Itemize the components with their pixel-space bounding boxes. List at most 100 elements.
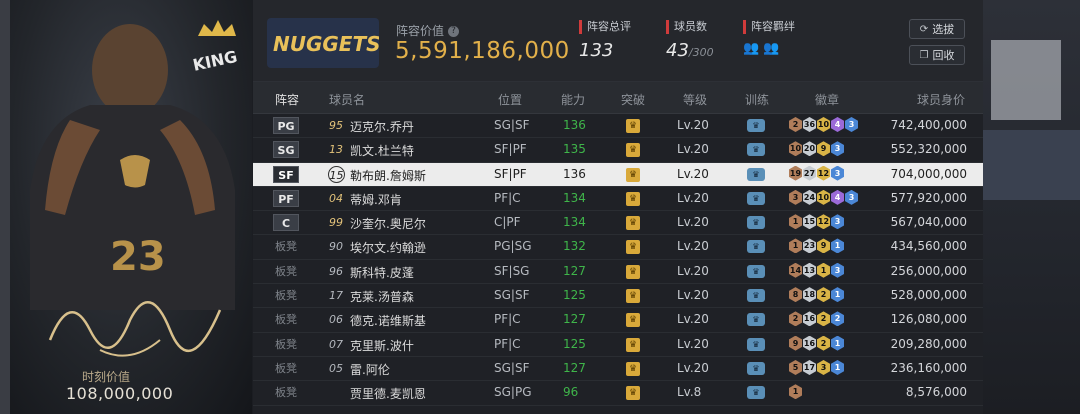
lineup-slot[interactable]: 板凳 — [273, 311, 299, 328]
player-name[interactable]: 德克.诺维斯基 — [350, 312, 426, 329]
badge-list[interactable]: 19 27 12 3 — [789, 165, 844, 181]
breakthrough-crown-icon[interactable]: ♛ — [626, 337, 640, 352]
player-name[interactable]: 蒂姆.邓肯 — [350, 191, 402, 208]
breakthrough-crown-icon[interactable]: ♛ — [626, 143, 640, 158]
table-row[interactable]: SF 15 勒布朗.詹姆斯 SF|PF 136 ♛ Lv.20 ♛ 19 27 12 3 704,000… — [253, 162, 983, 187]
training-icon[interactable]: ♛ — [747, 337, 765, 351]
player-name[interactable]: 雷.阿伦 — [350, 361, 390, 378]
recycle-button[interactable]: ❐ 回收 — [909, 45, 965, 65]
select-button[interactable]: ⟳ 选拔 — [909, 19, 965, 39]
badge-hex-icon: 15 — [803, 214, 816, 230]
lineup-slot[interactable]: PF — [273, 189, 299, 207]
lineup-slot[interactable]: SF — [273, 165, 299, 183]
training-icon[interactable]: ♛ — [747, 119, 765, 132]
player-card[interactable]: 23 KING 时刻价值 108,000,000 — [10, 0, 252, 414]
col-ability[interactable]: 能力 — [561, 91, 585, 108]
training-icon[interactable]: ♛ — [747, 289, 765, 303]
table-row[interactable]: 板凳 90 埃尔文.约翰逊 PG|SG 132 ♛ Lv.20 ♛ 1 23 9 1 434,560,0… — [253, 235, 983, 260]
col-badges[interactable]: 徽章 — [815, 91, 839, 108]
breakthrough-crown-icon[interactable]: ♛ — [626, 216, 640, 231]
lineup-slot[interactable]: 板凳 — [273, 360, 299, 377]
table-row[interactable]: C 99 沙奎尔.奥尼尔 C|PF 134 ♛ Lv.20 ♛ 1 15 12 3 567,040,00… — [253, 211, 983, 236]
jersey-number: 17 — [329, 289, 343, 303]
col-name[interactable]: 球员名 — [329, 91, 365, 108]
training-icon[interactable]: ♛ — [747, 386, 765, 400]
col-breakthrough[interactable]: 突破 — [621, 91, 645, 108]
table-row[interactable]: 板凳 96 斯科特.皮蓬 SF|SG 127 ♛ Lv.20 ♛ 14 13 1 3 256,000,0… — [253, 260, 983, 285]
badge-list[interactable]: 5 17 3 1 — [789, 359, 844, 375]
breakthrough-crown-icon[interactable]: ♛ — [626, 264, 640, 279]
player-name[interactable]: 克里斯.波什 — [350, 337, 414, 354]
col-position[interactable]: 位置 — [498, 91, 522, 108]
training-icon[interactable]: ♛ — [747, 167, 765, 181]
breakthrough-crown-icon[interactable]: ♛ — [626, 289, 640, 304]
badge-list[interactable]: 1 — [789, 384, 802, 400]
badge-list[interactable]: 10 20 9 3 — [789, 141, 844, 157]
table-row[interactable]: 板凳 05 雷.阿伦 SG|SF 127 ♛ Lv.20 ♛ 5 17 3 1 236,160,000 — [253, 357, 983, 382]
badge-list[interactable]: 9 16 2 1 — [789, 335, 844, 351]
lineup-slot[interactable]: 板凳 — [273, 384, 299, 401]
table-row[interactable]: PG 95 迈克尔.乔丹 SG|SF 136 ♛ Lv.20 ♛ 2 36 10 4 3 742,400,… — [253, 114, 983, 139]
col-level[interactable]: 等级 — [683, 91, 707, 108]
lineup-slot[interactable]: 板凳 — [273, 336, 299, 353]
player-name[interactable]: 克莱.汤普森 — [350, 288, 414, 305]
breakthrough-crown-icon[interactable]: ♛ — [626, 191, 640, 206]
badge-hex-icon: 2 — [817, 311, 830, 327]
roster-panel: NUGGETS 阵容价值? 5,591,186,000 阵容总评 133 球员数… — [253, 0, 983, 414]
table-row[interactable]: 板凳 07 克里斯.波什 PF|C 125 ♛ Lv.20 ♛ 9 16 2 1 209,280,000 — [253, 333, 983, 357]
player-price: 704,000,000 — [890, 166, 967, 181]
badge-hex-icon: 1 — [831, 238, 844, 254]
lineup-slot[interactable]: SG — [273, 141, 299, 159]
badge-list[interactable]: 2 16 2 2 — [789, 311, 844, 327]
breakthrough-crown-icon[interactable]: ♛ — [626, 313, 640, 328]
player-name[interactable]: 埃尔文.约翰逊 — [350, 239, 426, 256]
player-position: C|PF — [494, 215, 521, 230]
badge-list[interactable]: 14 13 1 3 — [789, 262, 844, 278]
badge-list[interactable]: 8 18 2 1 — [789, 287, 844, 303]
breakthrough-crown-icon[interactable]: ♛ — [626, 386, 640, 401]
training-icon[interactable]: ♛ — [747, 313, 765, 327]
badge-list[interactable]: 1 23 9 1 — [789, 238, 844, 254]
table-row[interactable]: PF 04 蒂姆.邓肯 PF|C 134 ♛ Lv.20 ♛ 3 24 10 4 3 577,920,00… — [253, 187, 983, 212]
badge-hex-icon: 20 — [803, 141, 816, 157]
lineup-slot[interactable]: C — [273, 214, 299, 232]
col-price[interactable]: 球员身价 — [917, 91, 965, 108]
badge-list[interactable]: 3 24 10 4 3 — [789, 189, 858, 205]
badge-list[interactable]: 1 15 12 3 — [789, 214, 844, 230]
breakthrough-crown-icon[interactable]: ♛ — [626, 119, 640, 133]
jersey-number: 07 — [329, 337, 343, 351]
team-value-label: 阵容价值? — [396, 22, 460, 39]
training-icon[interactable]: ♛ — [747, 216, 765, 230]
player-name[interactable]: 迈克尔.乔丹 — [350, 118, 414, 135]
badge-list[interactable]: 2 36 10 4 3 — [789, 117, 858, 132]
breakthrough-crown-icon[interactable]: ♛ — [626, 240, 640, 255]
player-name[interactable]: 凯文.杜兰特 — [350, 142, 414, 159]
player-name[interactable]: 沙奎尔.奥尼尔 — [350, 215, 426, 232]
table-row[interactable]: 板凳 17 克莱.汤普森 SG|SF 125 ♛ Lv.20 ♛ 8 18 2 1 528,000,00… — [253, 284, 983, 309]
training-icon[interactable]: ♛ — [747, 143, 765, 157]
lineup-slot[interactable]: 板凳 — [273, 263, 299, 280]
lineup-slot[interactable]: PG — [273, 117, 299, 134]
player-name[interactable]: 贾里德.麦凯恩 — [350, 385, 426, 402]
help-icon[interactable]: ? — [448, 26, 460, 37]
lineup-slot[interactable]: 板凳 — [273, 287, 299, 304]
table-row[interactable]: SG 13 凯文.杜兰特 SF|PF 135 ♛ Lv.20 ♛ 10 20 9 3 552,320,0… — [253, 138, 983, 163]
bond-group-icon[interactable]: 👥 — [763, 42, 779, 56]
bond-people-icon[interactable]: 👥 — [743, 42, 759, 56]
col-lineup[interactable]: 阵容 — [275, 91, 299, 108]
training-icon[interactable]: ♛ — [747, 240, 765, 254]
col-training[interactable]: 训练 — [745, 91, 769, 108]
player-name[interactable]: 斯科特.皮蓬 — [350, 264, 414, 281]
badge-hex-icon: 3 — [789, 189, 802, 205]
breakthrough-crown-icon[interactable]: ♛ — [626, 167, 640, 182]
training-icon[interactable]: ♛ — [747, 264, 765, 278]
lineup-slot[interactable]: 板凳 — [273, 238, 299, 255]
badge-hex-icon: 5 — [789, 359, 802, 375]
breakthrough-crown-icon[interactable]: ♛ — [626, 361, 640, 376]
player-name[interactable]: 勒布朗.詹姆斯 — [350, 167, 426, 184]
training-icon[interactable]: ♛ — [747, 191, 765, 205]
table-row[interactable]: 板凳 06 德克.诺维斯基 PF|C 127 ♛ Lv.20 ♛ 2 16 2 2 126,080,00… — [253, 308, 983, 333]
training-icon[interactable]: ♛ — [747, 361, 765, 375]
table-row[interactable]: 板凳 贾里德.麦凯恩 SG|PG 96 ♛ Lv.8 ♛ 1 8,576,000 — [253, 381, 983, 406]
table-header: 阵容 球员名 位置 能力 突破 等级 训练 徽章 球员身价 — [253, 82, 983, 114]
